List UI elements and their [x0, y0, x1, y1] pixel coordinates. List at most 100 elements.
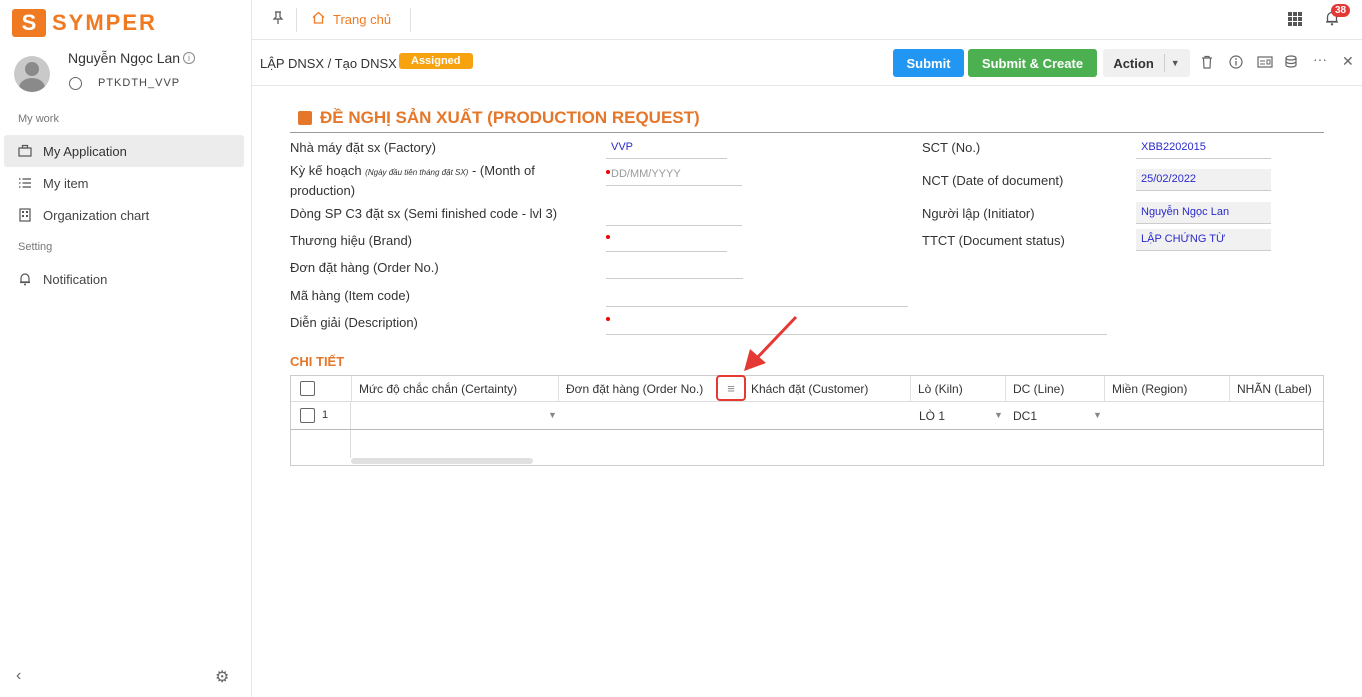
factory-field[interactable]: VVP	[606, 137, 727, 159]
table-row: 1 ▼ LÒ 1 ▼ DC1 ▼	[291, 401, 1323, 429]
detail-section-title: CHI TIẾT	[290, 354, 345, 369]
symper-logo[interactable]: S SYMPER	[12, 9, 157, 37]
divider	[410, 8, 411, 32]
divider	[290, 132, 1324, 133]
sidebar-item-my-item[interactable]: My item	[4, 167, 244, 199]
table-empty-row	[291, 429, 1323, 458]
brand-input[interactable]	[606, 230, 727, 252]
column-header[interactable]: NHÃN (Label)	[1230, 376, 1323, 401]
column-header[interactable]: Lò (Kiln)	[911, 376, 1006, 401]
sidebar-item-label: Organization chart	[43, 207, 150, 223]
sidebar-item-notification[interactable]: Notification	[4, 263, 244, 295]
chevron-down-icon[interactable]: ▼	[1093, 410, 1102, 420]
item-code-label: Mã hàng (Item code)	[290, 288, 410, 303]
more-icon[interactable]: ···	[1313, 51, 1327, 67]
form-title: ĐỀ NGHỊ SẢN XUẤT (PRODUCTION REQUEST)	[298, 108, 700, 128]
divider	[350, 430, 351, 458]
card-icon[interactable]	[1257, 55, 1273, 72]
chevron-down-icon: ▼	[1170, 58, 1180, 68]
form-title-text: ĐỀ NGHỊ SẢN XUẤT (PRODUCTION REQUEST)	[320, 108, 700, 127]
sidebar-item-my-application[interactable]: My Application	[4, 135, 244, 167]
customer-cell[interactable]	[751, 409, 901, 425]
briefcase-icon	[18, 144, 32, 158]
chevron-down-icon[interactable]: ▼	[994, 410, 1003, 420]
column-header[interactable]: Khách đặt (Customer)	[744, 376, 911, 401]
user-role: PTKDTH_VVP	[98, 77, 181, 89]
order-cell[interactable]	[566, 409, 736, 425]
column-menu-icon[interactable]: ≡	[716, 375, 746, 401]
brand-label: Thương hiệu (Brand)	[290, 233, 413, 248]
detail-table: Mức độ chắc chắn (Certainty) Đơn đặt hàn…	[290, 375, 1324, 466]
sct-label: SCT (No.)	[922, 140, 981, 155]
plan-label-main: Kỳ kế hoạch	[290, 163, 362, 178]
logo-text: SYMPER	[52, 10, 157, 35]
notification-badge: 38	[1331, 4, 1351, 17]
order-no-input[interactable]	[606, 257, 743, 279]
close-icon[interactable]: ✕	[1342, 53, 1354, 70]
region-cell[interactable]	[1111, 409, 1221, 425]
semi-code-label: Dòng SP C3 đặt sx (Semi finished code - …	[290, 206, 558, 221]
document-toolbar: LẬP DNSX / Tạo DNSX Assigned Submit Subm…	[252, 41, 1362, 86]
tab-home-label: Trang chủ	[333, 11, 392, 27]
annotation-arrow-icon	[744, 315, 798, 371]
initiator-label: Người lập (Initiator)	[922, 206, 1035, 221]
column-header[interactable]: Miền (Region)	[1105, 376, 1230, 401]
sidebar-item-organization-chart[interactable]: Organization chart	[4, 199, 244, 231]
semi-code-input[interactable]	[606, 204, 742, 226]
factory-label: Nhà máy đặt sx (Factory)	[290, 140, 436, 155]
plan-label-hint: (Ngày đầu tiên tháng đặt SX)	[365, 168, 469, 177]
sct-field: XBB2202015	[1136, 137, 1271, 159]
plan-date-input[interactable]: DD/MM/YYYY	[606, 164, 742, 186]
label-cell[interactable]	[1236, 409, 1316, 425]
collapse-sidebar-icon[interactable]: ‹	[16, 667, 21, 685]
chevron-down-icon[interactable]: ▼	[548, 410, 557, 420]
avatar[interactable]	[14, 56, 50, 92]
row-checkbox[interactable]	[300, 408, 315, 423]
sidebar-item-label: My Application	[43, 143, 127, 159]
description-input[interactable]	[606, 313, 1107, 335]
section-my-work: My work	[18, 113, 59, 125]
item-code-input[interactable]	[606, 285, 908, 307]
logo-mark: S	[12, 9, 46, 37]
nct-field: 25/02/2022	[1136, 169, 1271, 191]
info-circle-icon[interactable]	[1229, 55, 1243, 72]
org-chart-icon	[18, 208, 32, 222]
gear-icon[interactable]: ⚙	[215, 667, 229, 687]
list-icon	[18, 176, 32, 190]
select-all-checkbox[interactable]	[300, 381, 315, 396]
row-index: 1	[322, 409, 329, 421]
info-icon[interactable]: i	[183, 52, 195, 64]
trash-icon[interactable]	[1201, 55, 1213, 72]
description-label: Diễn giải (Description)	[290, 315, 418, 330]
divider	[1163, 54, 1165, 72]
action-dropdown[interactable]: Action ▼	[1103, 49, 1190, 77]
bell-icon	[18, 272, 32, 286]
user-name: Nguyễn Ngọc Lan	[68, 50, 181, 66]
tab-home[interactable]: Trang chủ	[312, 11, 391, 27]
initiator-field: Nguyễn Ngọc Lan	[1136, 202, 1271, 224]
column-header[interactable]: Mức độ chắc chắn (Certainty)	[351, 376, 559, 401]
database-icon[interactable]	[1285, 55, 1301, 72]
pin-icon[interactable]	[272, 11, 284, 28]
top-bar: Trang chủ 38	[252, 0, 1362, 40]
status-badge: Assigned	[399, 53, 473, 69]
order-no-label: Đơn đặt hàng (Order No.)	[290, 260, 439, 275]
sidebar-item-label: My item	[43, 175, 89, 191]
user-circle-icon	[69, 77, 82, 90]
submit-create-button[interactable]: Submit & Create	[968, 49, 1097, 77]
breadcrumb: LẬP DNSX / Tạo DNSX	[260, 56, 397, 71]
line-cell[interactable]: DC1	[1013, 409, 1037, 423]
section-setting: Setting	[18, 241, 53, 253]
bookmark-icon	[298, 111, 312, 125]
certainty-cell[interactable]	[358, 409, 558, 425]
submit-button[interactable]: Submit	[893, 49, 964, 77]
kiln-cell[interactable]: LÒ 1	[919, 409, 945, 423]
apps-grid-icon[interactable]	[1288, 12, 1302, 26]
plan-period-label: Kỳ kế hoạch (Ngày đầu tiên tháng đặt SX)…	[290, 162, 580, 200]
sidebar: S SYMPER Nguyễn Ngọc Lan i PTKDTH_VVP My…	[0, 0, 252, 697]
horizontal-scrollbar[interactable]	[351, 458, 533, 464]
column-header[interactable]: DC (Line)	[1006, 376, 1105, 401]
nct-label: NCT (Date of document)	[922, 173, 1064, 188]
app-root: S SYMPER Nguyễn Ngọc Lan i PTKDTH_VVP My…	[0, 0, 1362, 697]
sidebar-item-label: Notification	[43, 271, 108, 287]
